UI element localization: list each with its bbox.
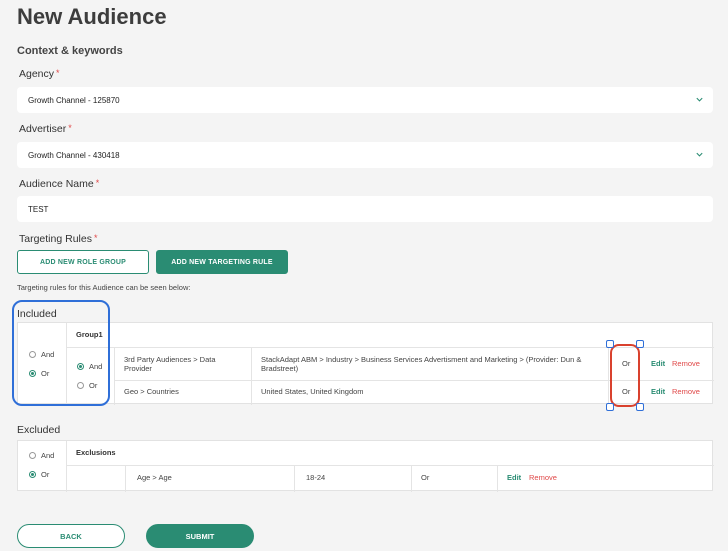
audience-name-label: Audience Name * — [19, 178, 100, 190]
edit-link[interactable]: Edit — [651, 386, 665, 398]
resize-handle[interactable] — [606, 403, 614, 411]
audience-name-value: TEST — [28, 204, 49, 214]
divider — [251, 347, 252, 405]
operator-highlight-box — [610, 344, 640, 407]
edit-link[interactable]: Edit — [651, 358, 665, 370]
excluded-panel: And Or Exclusions Age > Age 18-24 Or Edi… — [17, 440, 714, 492]
add-targeting-rule-button[interactable]: ADD NEW TARGETING RULE — [156, 250, 288, 274]
remove-link[interactable]: Remove — [672, 386, 700, 398]
rule-value: United States, United Kingdom — [261, 387, 364, 397]
targeting-note: Targeting rules for this Audience can be… — [17, 283, 191, 292]
divider — [125, 465, 126, 492]
resize-handle[interactable] — [636, 403, 644, 411]
remove-link[interactable]: Remove — [672, 358, 700, 370]
audience-name-input[interactable]: TEST — [17, 196, 713, 222]
rule-category: Geo > Countries — [124, 387, 179, 397]
page-title: New Audience — [17, 4, 167, 29]
radio-checked-icon — [29, 471, 36, 478]
excluded-label: Excluded — [17, 424, 61, 436]
chevron-down-icon — [696, 97, 703, 102]
agency-select[interactable]: Growth Channel - 125870 — [17, 87, 713, 113]
section-title: Context & keywords — [17, 45, 123, 57]
resize-handle[interactable] — [636, 340, 644, 348]
advertiser-value: Growth Channel - 430418 — [28, 150, 120, 160]
divider — [294, 465, 295, 492]
add-role-group-button[interactable]: ADD NEW ROLE GROUP — [17, 250, 149, 274]
back-button[interactable]: BACK — [17, 524, 125, 548]
divider — [608, 347, 609, 405]
radio-unchecked-icon — [29, 452, 36, 459]
exclusions-group-name: Exclusions — [76, 448, 116, 458]
submit-button[interactable]: SUBMIT — [146, 524, 254, 548]
rule-category: Age > Age — [137, 473, 172, 483]
agency-value: Growth Channel - 125870 — [28, 95, 120, 105]
divider — [411, 465, 412, 492]
advertiser-label: Advertiser * — [19, 123, 72, 135]
excluded-outer-or-radio[interactable]: Or — [29, 470, 49, 479]
rule-value: 18-24 — [306, 473, 326, 483]
rule-category: 3rd Party Audiences > Data Provider — [124, 354, 216, 373]
rule-value: StackAdapt ABM > Industry > Business Ser… — [261, 354, 582, 373]
divider — [66, 465, 714, 466]
divider — [497, 465, 498, 492]
edit-link[interactable]: Edit — [507, 472, 521, 484]
divider — [66, 441, 67, 492]
rule-operator: Or — [421, 473, 430, 483]
included-highlight-box — [12, 300, 110, 406]
agency-label: Agency * — [19, 68, 60, 80]
targeting-rules-label: Targeting Rules * — [19, 233, 98, 245]
resize-handle[interactable] — [606, 340, 614, 348]
excluded-outer-and-radio[interactable]: And — [29, 451, 54, 460]
included-panel: And Or Group1 And Or 3rd Party Audiences… — [17, 322, 714, 405]
chevron-down-icon — [696, 152, 703, 157]
remove-link[interactable]: Remove — [529, 472, 557, 484]
advertiser-select[interactable]: Growth Channel - 430418 — [17, 142, 713, 168]
divider — [114, 347, 115, 405]
